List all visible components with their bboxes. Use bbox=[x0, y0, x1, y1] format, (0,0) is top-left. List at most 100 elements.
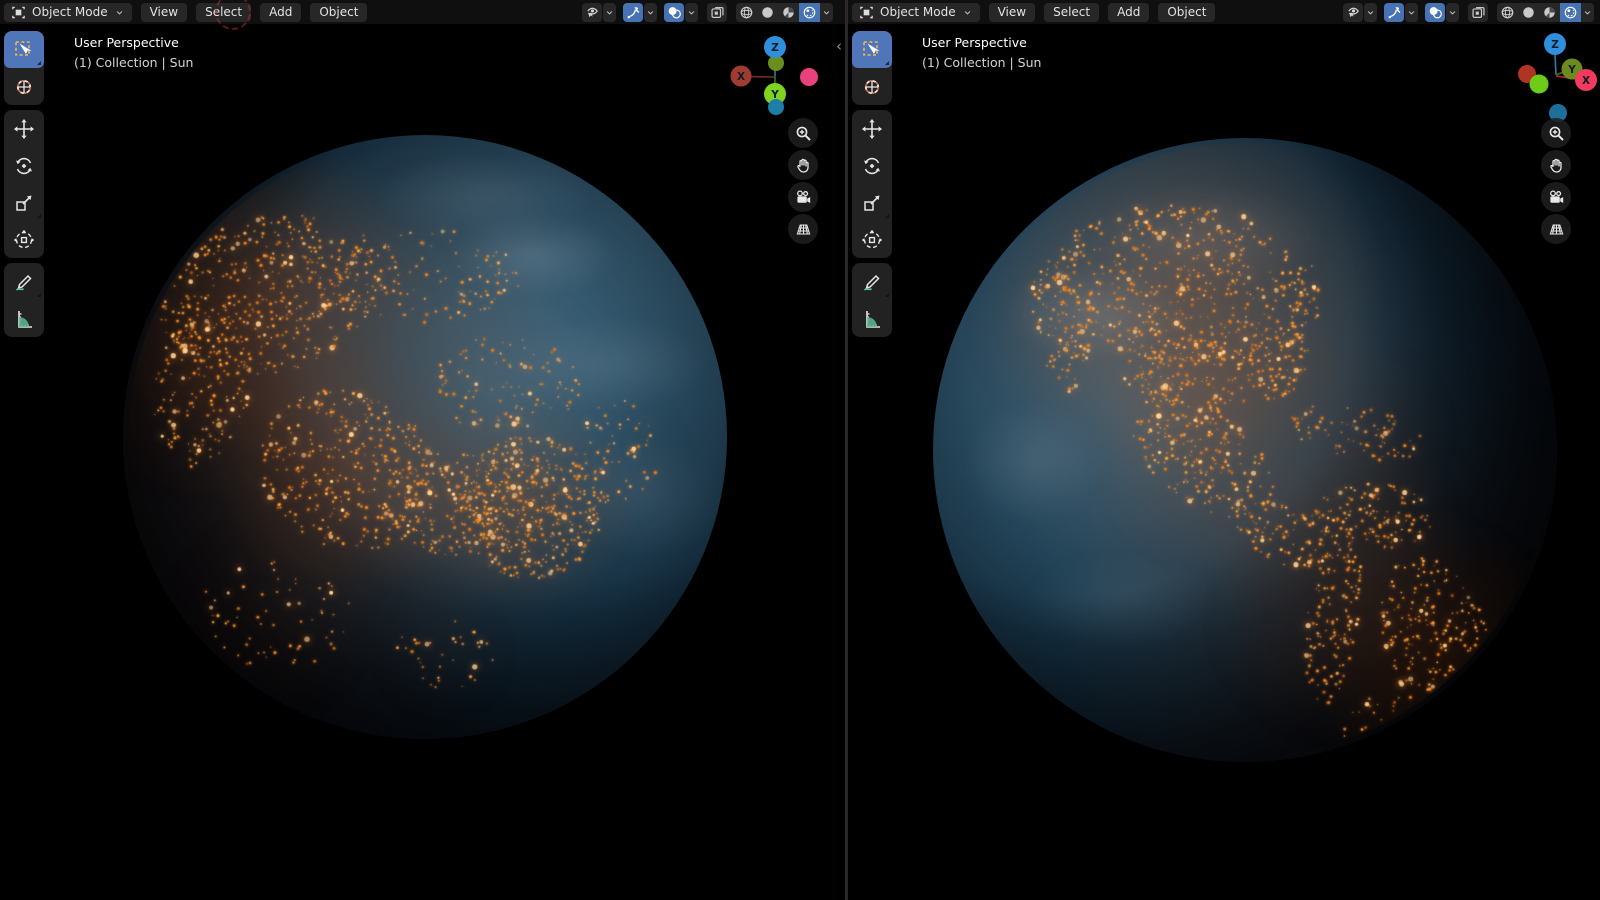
mode-selector[interactable]: Object Mode bbox=[852, 3, 980, 22]
chevron-down-icon bbox=[821, 7, 832, 18]
shading-material-button[interactable] bbox=[778, 3, 799, 22]
mode-selector[interactable]: Object Mode bbox=[4, 3, 132, 22]
tool-transform[interactable] bbox=[852, 221, 892, 258]
object-mode-icon bbox=[11, 5, 26, 20]
toggle-grid-icon bbox=[1548, 221, 1565, 238]
rotate-icon bbox=[13, 155, 35, 177]
tool-move[interactable] bbox=[4, 110, 44, 147]
tool-rotate[interactable] bbox=[852, 147, 892, 184]
pan-button[interactable] bbox=[1541, 150, 1571, 180]
earth-render-left bbox=[123, 135, 727, 739]
tool-cursor[interactable] bbox=[852, 68, 892, 105]
camera-view-button[interactable] bbox=[1541, 182, 1571, 212]
show-overlays-toggle[interactable] bbox=[664, 3, 684, 22]
tool-measure[interactable] bbox=[852, 300, 892, 337]
scale-icon bbox=[13, 192, 35, 214]
gizmos-dropdown[interactable] bbox=[1405, 3, 1418, 22]
menu-add[interactable]: Add bbox=[260, 3, 301, 22]
mode-label: Object Mode bbox=[32, 5, 108, 19]
pan-button[interactable] bbox=[788, 150, 818, 180]
shading-rendered-button[interactable] bbox=[799, 3, 820, 22]
scale-icon bbox=[861, 192, 883, 214]
menu-select[interactable]: Select bbox=[196, 3, 251, 22]
camera-view-icon bbox=[795, 189, 812, 206]
axis-x-label: X bbox=[1582, 75, 1590, 87]
tool-cursor[interactable] bbox=[4, 68, 44, 105]
zoom-button[interactable] bbox=[788, 118, 818, 148]
axis-x-neg-ball[interactable] bbox=[800, 68, 818, 86]
menu-select[interactable]: Select bbox=[1044, 3, 1099, 22]
navigation-gizmo[interactable]: Z Y X bbox=[1503, 28, 1600, 124]
tool-select-box[interactable] bbox=[4, 31, 44, 68]
select-box-icon bbox=[861, 39, 883, 61]
tool-select-box[interactable] bbox=[852, 31, 892, 68]
select-box-icon bbox=[13, 39, 35, 61]
tool-rotate[interactable] bbox=[4, 147, 44, 184]
tool-annotate[interactable] bbox=[852, 263, 892, 300]
gizmo-icon bbox=[626, 5, 641, 20]
move-icon bbox=[13, 118, 35, 140]
gizmo-visibility-dropdown[interactable] bbox=[603, 3, 616, 22]
chevron-down-icon bbox=[1406, 7, 1417, 18]
tool-scale[interactable] bbox=[852, 184, 892, 221]
menu-view[interactable]: View bbox=[989, 3, 1035, 22]
shading-dropdown[interactable] bbox=[1581, 3, 1594, 22]
chevron-down-icon bbox=[114, 7, 125, 18]
tool-transform[interactable] bbox=[4, 221, 44, 258]
tool-scale[interactable] bbox=[4, 184, 44, 221]
show-gizmos-toggle[interactable] bbox=[1384, 3, 1404, 22]
overlays-dropdown[interactable] bbox=[1446, 3, 1459, 22]
blender-window: Object Mode View Select Add Object bbox=[0, 0, 1600, 900]
camera-view-icon bbox=[1548, 189, 1565, 206]
axis-y-neg-ball[interactable] bbox=[1530, 75, 1549, 94]
sidebar-toggle-arrow[interactable]: ‹ bbox=[836, 39, 842, 54]
tool-move[interactable] bbox=[852, 110, 892, 147]
shading-material-icon bbox=[1542, 5, 1557, 20]
shading-rendered-button[interactable] bbox=[1560, 3, 1581, 22]
viewport-3d-left[interactable]: Object Mode View Select Add Object bbox=[0, 0, 845, 900]
gizmos-dropdown[interactable] bbox=[644, 3, 657, 22]
shading-solid-button[interactable] bbox=[1518, 3, 1539, 22]
zoom-in-icon bbox=[795, 125, 812, 142]
zoom-button[interactable] bbox=[1541, 118, 1571, 148]
menu-object[interactable]: Object bbox=[1158, 3, 1215, 22]
menu-object[interactable]: Object bbox=[310, 3, 367, 22]
shading-material-button[interactable] bbox=[1539, 3, 1560, 22]
measure-icon bbox=[861, 308, 883, 330]
axis-z-label: Z bbox=[771, 42, 779, 54]
shading-solid-icon bbox=[1521, 5, 1536, 20]
show-overlays-toggle[interactable] bbox=[1425, 3, 1445, 22]
axis-z-neg-ball[interactable] bbox=[768, 99, 784, 115]
xray-toggle[interactable] bbox=[707, 3, 727, 22]
transform-icon bbox=[861, 229, 883, 251]
chevron-down-icon bbox=[645, 7, 656, 18]
show-gizmos-toggle[interactable] bbox=[623, 3, 643, 22]
camera-view-button[interactable] bbox=[788, 182, 818, 212]
object-mode-icon bbox=[859, 5, 874, 20]
toggle-perspective-button[interactable] bbox=[788, 214, 818, 244]
menu-add[interactable]: Add bbox=[1108, 3, 1149, 22]
gizmo-visibility-button[interactable] bbox=[1343, 3, 1363, 22]
shading-wireframe-button[interactable] bbox=[736, 3, 757, 22]
tool-measure[interactable] bbox=[4, 300, 44, 337]
xray-toggle[interactable] bbox=[1468, 3, 1488, 22]
gizmo-visibility-dropdown[interactable] bbox=[1364, 3, 1377, 22]
navigation-gizmo[interactable]: Z X Y bbox=[727, 32, 827, 118]
shading-solid-button[interactable] bbox=[757, 3, 778, 22]
gizmo-visibility-button[interactable] bbox=[582, 3, 602, 22]
toggle-grid-icon bbox=[795, 221, 812, 238]
shading-solid-icon bbox=[760, 5, 775, 20]
shading-wireframe-button[interactable] bbox=[1497, 3, 1518, 22]
viewport-3d-right[interactable]: Object Mode View Select Add Object bbox=[848, 0, 1600, 900]
xray-icon bbox=[1471, 5, 1486, 20]
shading-dropdown[interactable] bbox=[820, 3, 833, 22]
menu-view[interactable]: View bbox=[141, 3, 187, 22]
gizmo-icon bbox=[1387, 5, 1402, 20]
xray-icon bbox=[710, 5, 725, 20]
shading-wireframe-icon bbox=[739, 5, 754, 20]
overlays-dropdown[interactable] bbox=[685, 3, 698, 22]
eye-cursor-icon bbox=[585, 5, 600, 20]
measure-icon bbox=[13, 308, 35, 330]
toggle-perspective-button[interactable] bbox=[1541, 214, 1571, 244]
tool-annotate[interactable] bbox=[4, 263, 44, 300]
